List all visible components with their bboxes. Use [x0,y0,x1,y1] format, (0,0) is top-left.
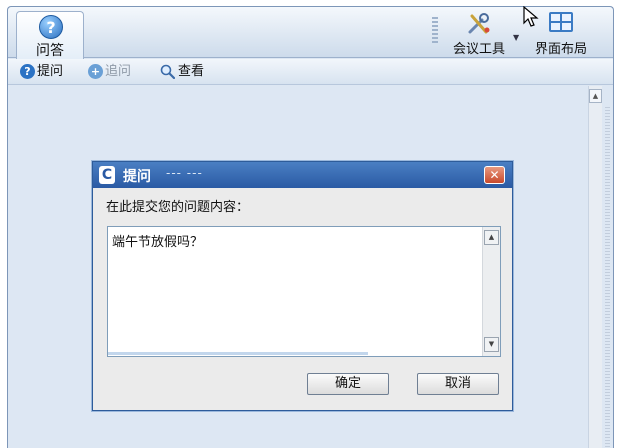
view-button[interactable]: 查看 [160,63,204,81]
question-text[interactable]: 端午节放假吗？ [112,231,203,250]
dialog-title-bar[interactable]: C 提问 --- --- ✕ [93,162,512,188]
layout-label: 界面布局 [534,42,587,57]
tab-qa[interactable]: ? 问答 [16,11,84,59]
toolbar-grip[interactable] [432,17,438,45]
tools-icon [468,13,490,34]
layout-grid-icon [549,12,573,32]
secondary-toolbar: ? 提问 + 追问 查看 [8,59,613,85]
dialog-prompt: 在此提交您的问题内容： [106,200,250,215]
mouse-cursor-icon [523,6,539,27]
side-panel-grip[interactable] [605,107,610,448]
textarea-scrollbar[interactable]: ▲ ▼ [482,227,500,356]
scroll-up-icon[interactable]: ▲ [484,230,499,245]
ask-button[interactable]: ? 提问 [20,63,63,81]
dialog-title: 提问 [123,169,151,185]
meeting-tools-button[interactable]: 会议工具 [444,7,514,58]
ask-label: 提问 [37,64,64,79]
tab-qa-label: 问答 [36,43,64,59]
scroll-up-icon[interactable]: ▲ [589,89,602,103]
cancel-button[interactable]: 取消 [417,373,499,395]
question-icon: ? [39,15,63,39]
follow-up-label: 追问 [105,64,132,79]
meeting-tools-label: 会议工具 [452,42,505,57]
content-scrollbar[interactable]: ▲ [588,86,602,448]
follow-up-button[interactable]: + 追问 [88,63,131,81]
scroll-down-icon[interactable]: ▼ [484,337,499,352]
dialog-title-suffix: --- --- [166,166,203,180]
app-logo-icon: C [99,166,115,184]
view-label: 查看 [178,64,205,79]
close-icon[interactable]: ✕ [484,166,505,184]
chevron-down-icon[interactable]: ▼ [513,33,521,42]
ok-button[interactable]: 确定 [307,373,389,395]
question-textarea[interactable]: 端午节放假吗？ ▲ ▼ [107,226,501,357]
textarea-hscroll[interactable] [108,352,368,355]
ask-dialog: C 提问 --- --- ✕ 在此提交您的问题内容： 端午节放假吗？ ▲ ▼ 确… [92,161,513,411]
question-icon: ? [20,64,35,79]
magnifier-icon [160,64,175,79]
add-icon: + [88,64,103,79]
